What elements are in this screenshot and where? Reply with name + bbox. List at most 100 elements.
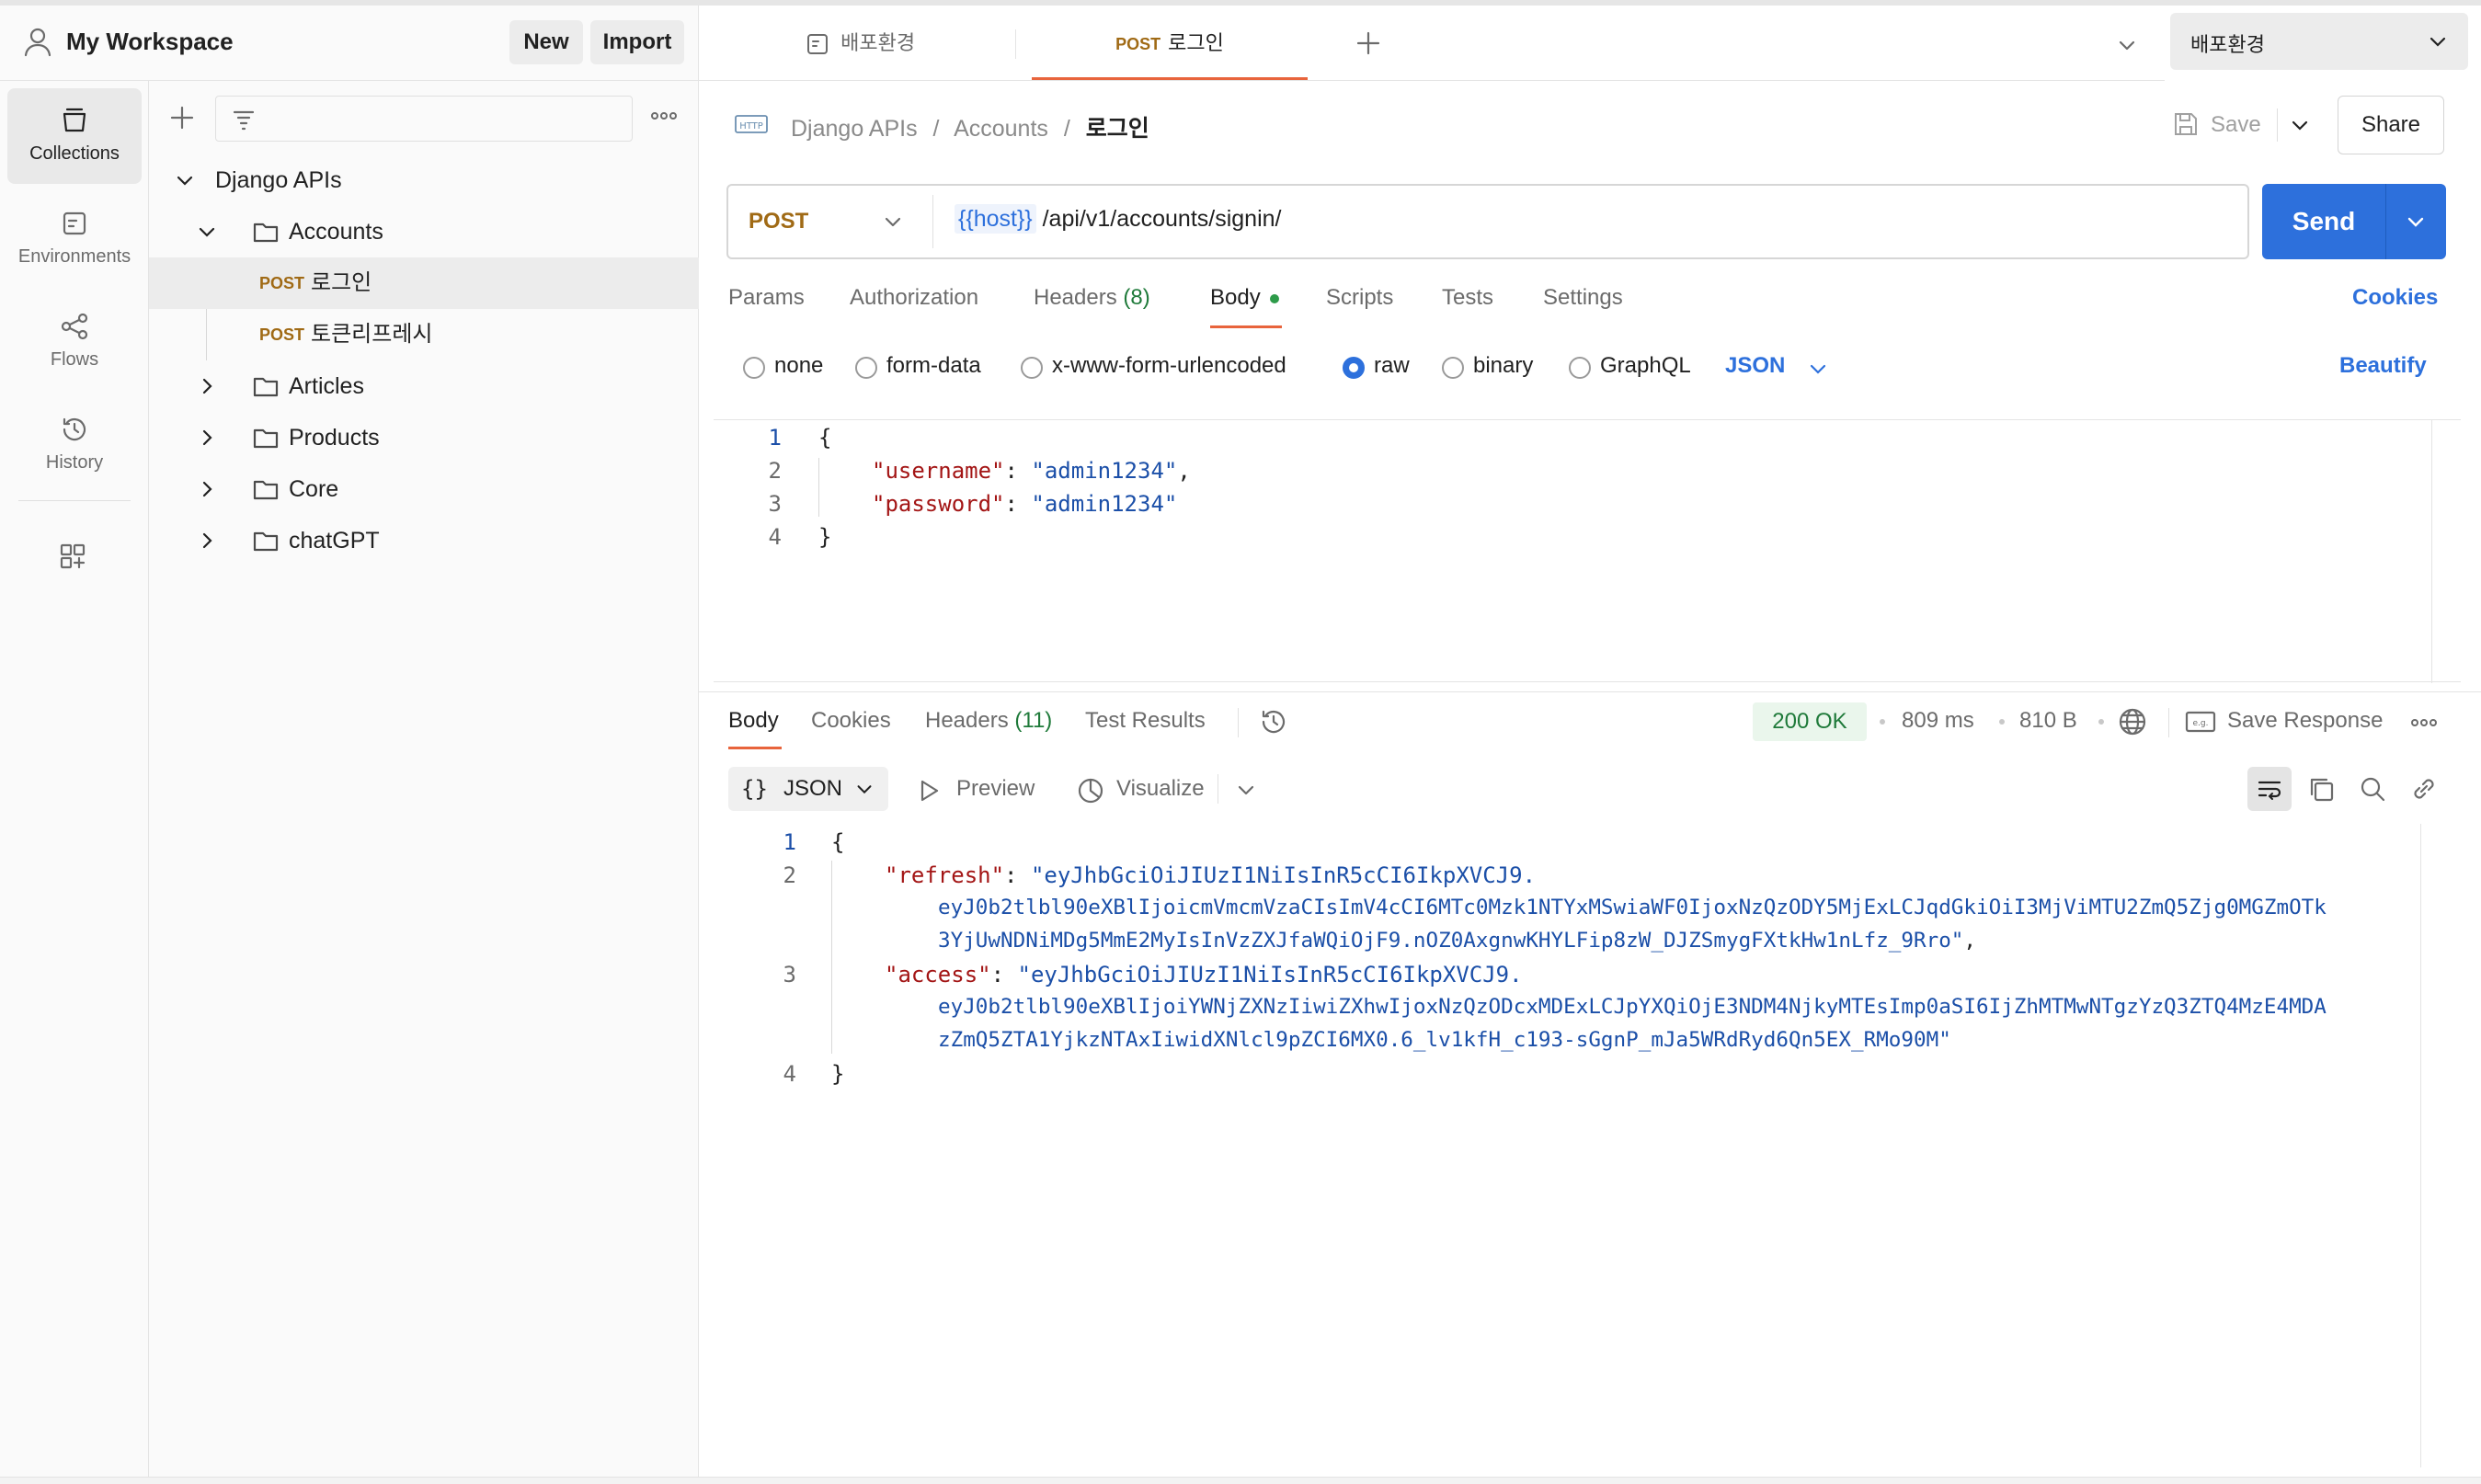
response-tab-test-results[interactable]: Test Results: [1085, 708, 1206, 734]
code-brace-close: }: [831, 1061, 845, 1087]
radio-form-data[interactable]: [855, 357, 877, 379]
radio-raw-label: raw: [1374, 353, 1410, 378]
tree-request-login[interactable]: POST 로그인: [149, 257, 699, 309]
beautify-link[interactable]: Beautify: [2339, 353, 2427, 379]
tree-folder-accounts[interactable]: Accounts: [149, 206, 699, 257]
editor-scrollbar-track[interactable]: [2431, 420, 2432, 683]
chevron-right-icon: [195, 374, 219, 398]
response-tab-body[interactable]: Body: [728, 708, 779, 734]
environment-selector[interactable]: 배포환경: [2170, 13, 2468, 70]
add-collection-plus-icon[interactable]: [169, 105, 195, 131]
breadcrumb-folder[interactable]: Accounts: [954, 116, 1048, 142]
copy-icon[interactable]: [2306, 774, 2336, 804]
breadcrumb-collection[interactable]: Django APIs: [791, 116, 918, 142]
link-icon[interactable]: [2409, 774, 2439, 804]
radio-form-data-label: form-data: [886, 353, 981, 378]
radio-binary[interactable]: [1442, 357, 1464, 379]
body-active-dot: [1270, 293, 1280, 303]
visualize-options-chevron-icon[interactable]: [1234, 778, 1258, 802]
response-more-options-icon[interactable]: [2409, 713, 2439, 732]
json-key: "username": [872, 458, 1005, 484]
configure-sidebar-icon[interactable]: [57, 541, 88, 572]
format-select[interactable]: JSON: [1725, 353, 1785, 379]
more-options-icon[interactable]: [649, 107, 679, 125]
indent-guide: [831, 861, 832, 1054]
response-time[interactable]: 809 ms: [1902, 708, 1974, 734]
chevron-down-icon: [881, 210, 905, 234]
response-history-icon[interactable]: [1258, 706, 1289, 737]
collection-search-input[interactable]: [215, 96, 633, 142]
json-value-cont: 3YjUwNDNiMDg5MmE2MyIsInVzZXJfaWQiOjF9.nO…: [938, 929, 1964, 953]
code-line-refresh-end: 3YjUwNDNiMDg5MmE2MyIsInVzZXJfaWQiOjF9.nO…: [938, 929, 1977, 953]
share-button[interactable]: Share: [2338, 96, 2444, 154]
collections-icon: [63, 108, 86, 132]
url-input[interactable]: {{host}} /api/v1/accounts/signin/: [955, 204, 1282, 234]
response-divider[interactable]: [699, 691, 2481, 692]
rail-history[interactable]: History: [7, 397, 142, 493]
send-options-chevron-icon[interactable]: [2404, 210, 2428, 234]
workspace-title[interactable]: My Workspace: [66, 28, 234, 56]
host-variable[interactable]: {{host}}: [955, 204, 1036, 234]
new-tab-plus-icon[interactable]: [1355, 30, 1381, 56]
save-response-button[interactable]: Save Response: [2227, 708, 2383, 734]
save-options-chevron-icon[interactable]: [2288, 113, 2312, 137]
tree-folder-chatgpt[interactable]: chatGPT: [149, 515, 699, 566]
tab-params[interactable]: Params: [728, 285, 805, 311]
line-number: 1: [783, 829, 796, 855]
radio-urlencoded[interactable]: [1021, 357, 1043, 379]
folder-icon: [252, 218, 280, 245]
response-body-viewer[interactable]: [714, 824, 2426, 1467]
response-tab-cookies[interactable]: Cookies: [811, 708, 891, 734]
response-scrollbar-track[interactable]: [2420, 824, 2421, 1467]
tree-folder-products[interactable]: Products: [149, 412, 699, 463]
json-value-cont: zZmQ5ZTA1YjkzNTAxIiwidXNlcl9pZCI6MX0.6_l…: [938, 1028, 1951, 1052]
tree-folder-core[interactable]: Core: [149, 463, 699, 515]
rail-collections[interactable]: Collections: [7, 88, 142, 184]
import-button[interactable]: Import: [590, 20, 684, 64]
user-icon[interactable]: [22, 26, 53, 57]
tab-login[interactable]: POST 로그인: [1030, 6, 1309, 81]
environment-tab-icon: [806, 32, 829, 56]
request-method: POST: [259, 274, 305, 292]
response-tab-headers[interactable]: Headers (11): [925, 708, 1052, 734]
radio-graphql[interactable]: [1569, 357, 1591, 379]
tab-headers[interactable]: Headers (8): [1034, 285, 1150, 311]
tree-folder-articles[interactable]: Articles: [149, 360, 699, 412]
http-request-icon: HTTP: [734, 110, 769, 138]
radio-none[interactable]: [743, 357, 765, 379]
save-button[interactable]: Save: [2170, 103, 2268, 147]
folder-name: Core: [289, 476, 339, 502]
tab-tests[interactable]: Tests: [1442, 285, 1493, 311]
cookies-link[interactable]: Cookies: [2352, 285, 2438, 311]
network-globe-icon[interactable]: [2117, 706, 2148, 737]
code-brace-close: }: [818, 524, 832, 550]
tab-environment[interactable]: 배포환경: [806, 6, 915, 81]
tree-collection-django-apis[interactable]: Django APIs: [149, 154, 699, 206]
play-icon: [918, 778, 942, 804]
send-button[interactable]: Send: [2262, 184, 2385, 259]
folder-name: chatGPT: [289, 528, 380, 554]
tabs-overflow-chevron-icon[interactable]: [2115, 33, 2139, 57]
format-chevron-icon[interactable]: [1806, 357, 1830, 381]
tab-settings[interactable]: Settings: [1543, 285, 1623, 311]
status-badge[interactable]: 200 OK: [1753, 702, 1867, 741]
rail-flows[interactable]: Flows: [7, 294, 142, 390]
response-size[interactable]: 810 B: [2019, 708, 2077, 734]
wrap-lines-button[interactable]: [2247, 767, 2292, 811]
tab-scripts[interactable]: Scripts: [1326, 285, 1393, 311]
chevron-right-icon: [195, 477, 219, 501]
svg-text:e.g.: e.g.: [2193, 719, 2209, 728]
breadcrumb-request[interactable]: 로그인: [1086, 116, 1149, 142]
tab-body[interactable]: Body: [1210, 285, 1280, 311]
response-format-select[interactable]: {} JSON: [728, 767, 888, 811]
braces-icon: {}: [741, 776, 768, 802]
new-button[interactable]: New: [509, 20, 583, 64]
tab-authorization[interactable]: Authorization: [850, 285, 978, 311]
filter-icon[interactable]: [231, 107, 257, 132]
tree-request-token-refresh[interactable]: POST 토큰리프레시: [149, 309, 699, 360]
radio-raw[interactable]: [1343, 357, 1365, 379]
rail-environments[interactable]: Environments: [7, 191, 142, 287]
search-icon[interactable]: [2358, 774, 2387, 804]
request-url-bar: POST {{host}} /api/v1/accounts/signin/: [726, 184, 2249, 259]
method-select[interactable]: POST: [728, 186, 932, 257]
